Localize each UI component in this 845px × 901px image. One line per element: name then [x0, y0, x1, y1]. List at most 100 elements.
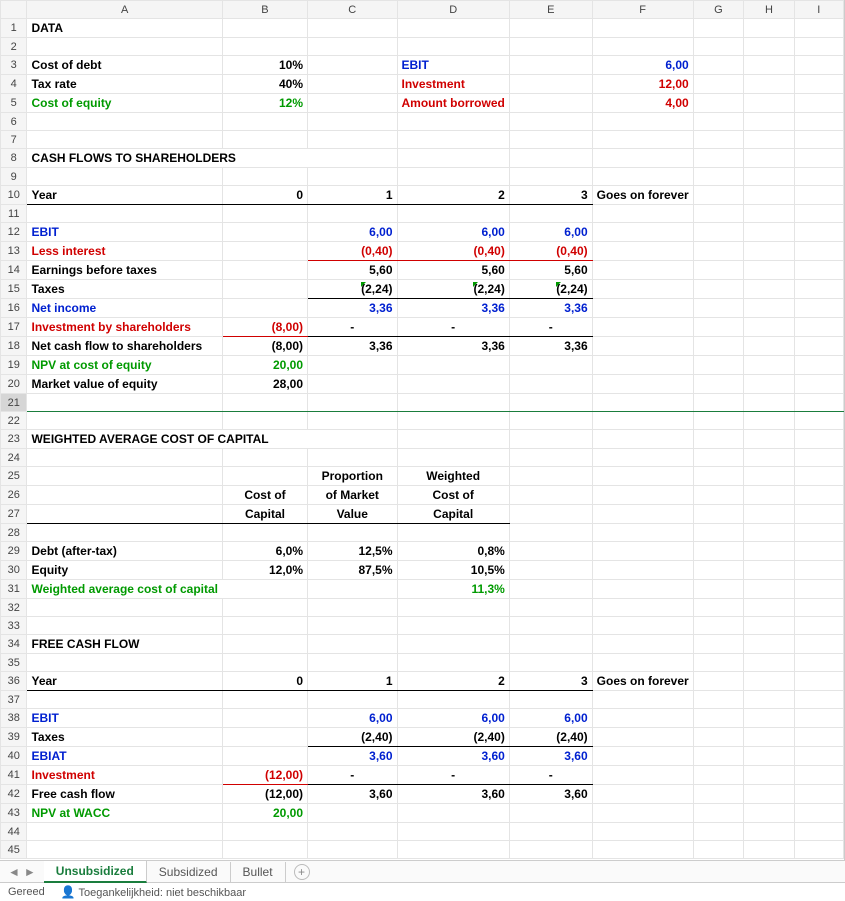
cell[interactable] [744, 131, 794, 149]
cell[interactable] [794, 261, 843, 280]
cell[interactable]: Earnings before taxes [27, 261, 222, 280]
cell[interactable] [794, 580, 843, 599]
cell[interactable] [308, 804, 398, 823]
col-header-F[interactable]: F [592, 1, 693, 19]
row-16[interactable]: 16 Net income 3,36 3,36 3,36 [1, 299, 844, 318]
cell[interactable] [509, 580, 592, 599]
cell[interactable] [222, 412, 307, 430]
cell[interactable] [592, 823, 693, 841]
cell[interactable]: Cost of equity [27, 94, 222, 113]
cell[interactable] [222, 599, 307, 617]
cell[interactable]: (2,40) [397, 728, 509, 747]
cell[interactable] [222, 654, 307, 672]
cell[interactable] [397, 599, 509, 617]
cell[interactable] [794, 599, 843, 617]
cell[interactable]: Free cash flow [27, 785, 222, 804]
cell[interactable]: 1 [308, 186, 398, 205]
cell[interactable] [592, 261, 693, 280]
row-11[interactable]: 11 [1, 205, 844, 223]
cell[interactable]: - [308, 318, 398, 337]
row-header[interactable]: 38 [1, 709, 27, 728]
cell[interactable] [693, 318, 744, 337]
cell[interactable] [693, 599, 744, 617]
row-header[interactable]: 11 [1, 205, 27, 223]
cell[interactable] [222, 524, 307, 542]
cell[interactable]: Goes on forever [592, 672, 693, 691]
cell[interactable] [794, 280, 843, 299]
cell[interactable] [794, 412, 843, 430]
row-header[interactable]: 43 [1, 804, 27, 823]
cell[interactable]: (8,00) [222, 337, 307, 356]
cell[interactable] [509, 75, 592, 94]
row-header[interactable]: 10 [1, 186, 27, 205]
cell[interactable] [744, 337, 794, 356]
cell[interactable] [592, 356, 693, 375]
cell[interactable] [308, 599, 398, 617]
cell[interactable] [308, 691, 398, 709]
cell[interactable] [693, 223, 744, 242]
cell[interactable]: Investment [397, 75, 509, 94]
cell[interactable] [693, 728, 744, 747]
cell[interactable] [693, 242, 744, 261]
cell[interactable] [27, 486, 222, 505]
cell[interactable] [27, 691, 222, 709]
cell[interactable] [27, 449, 222, 467]
cell[interactable] [397, 19, 509, 38]
cell[interactable] [592, 654, 693, 672]
cell[interactable] [27, 412, 222, 430]
row-header[interactable]: 14 [1, 261, 27, 280]
cell[interactable]: 3,36 [509, 337, 592, 356]
cell[interactable] [592, 691, 693, 709]
row-header[interactable]: 20 [1, 375, 27, 394]
cell[interactable]: Tax rate [27, 75, 222, 94]
cell[interactable] [794, 617, 843, 635]
cell[interactable] [222, 728, 307, 747]
cell[interactable]: 20,00 [222, 356, 307, 375]
cell[interactable]: EBIT [397, 56, 509, 75]
row-header[interactable]: 5 [1, 94, 27, 113]
row-header[interactable]: 32 [1, 599, 27, 617]
cell[interactable] [744, 728, 794, 747]
row-7[interactable]: 7 [1, 131, 844, 149]
cell[interactable]: 2 [397, 672, 509, 691]
cell[interactable]: 4,00 [592, 94, 693, 113]
cell[interactable] [509, 205, 592, 223]
cell[interactable] [693, 823, 744, 841]
cell[interactable] [397, 804, 509, 823]
cell[interactable] [744, 280, 794, 299]
cell[interactable]: 3,60 [397, 747, 509, 766]
cell[interactable]: - [509, 318, 592, 337]
cell[interactable] [509, 691, 592, 709]
cell[interactable]: Proportion [308, 467, 398, 486]
cell[interactable] [693, 186, 744, 205]
cell[interactable] [744, 599, 794, 617]
cell[interactable] [308, 375, 398, 394]
row-26[interactable]: 26 Cost of of Market Cost of [1, 486, 844, 505]
cell[interactable] [27, 599, 222, 617]
row-header[interactable]: 26 [1, 486, 27, 505]
cell[interactable] [794, 691, 843, 709]
row-header[interactable]: 35 [1, 654, 27, 672]
cell[interactable] [794, 561, 843, 580]
cell[interactable] [222, 242, 307, 261]
cell[interactable] [744, 94, 794, 113]
cell[interactable] [592, 412, 693, 430]
cell[interactable] [794, 766, 843, 785]
cell[interactable]: 6,00 [509, 709, 592, 728]
cell[interactable] [509, 486, 592, 505]
cell[interactable] [509, 561, 592, 580]
cell[interactable] [794, 168, 843, 186]
cell[interactable] [222, 280, 307, 299]
row-header[interactable]: 15 [1, 280, 27, 299]
cell[interactable] [744, 486, 794, 505]
cell[interactable] [693, 467, 744, 486]
row-32[interactable]: 32 [1, 599, 844, 617]
cell[interactable]: DATA [27, 19, 222, 38]
cell[interactable] [592, 747, 693, 766]
cell[interactable] [592, 375, 693, 394]
cell[interactable] [744, 709, 794, 728]
sheet-tab-unsubsidized[interactable]: Unsubsidized [44, 861, 147, 883]
cell[interactable]: (2,24) [509, 280, 592, 299]
col-header-C[interactable]: C [308, 1, 398, 19]
cell[interactable] [744, 356, 794, 375]
